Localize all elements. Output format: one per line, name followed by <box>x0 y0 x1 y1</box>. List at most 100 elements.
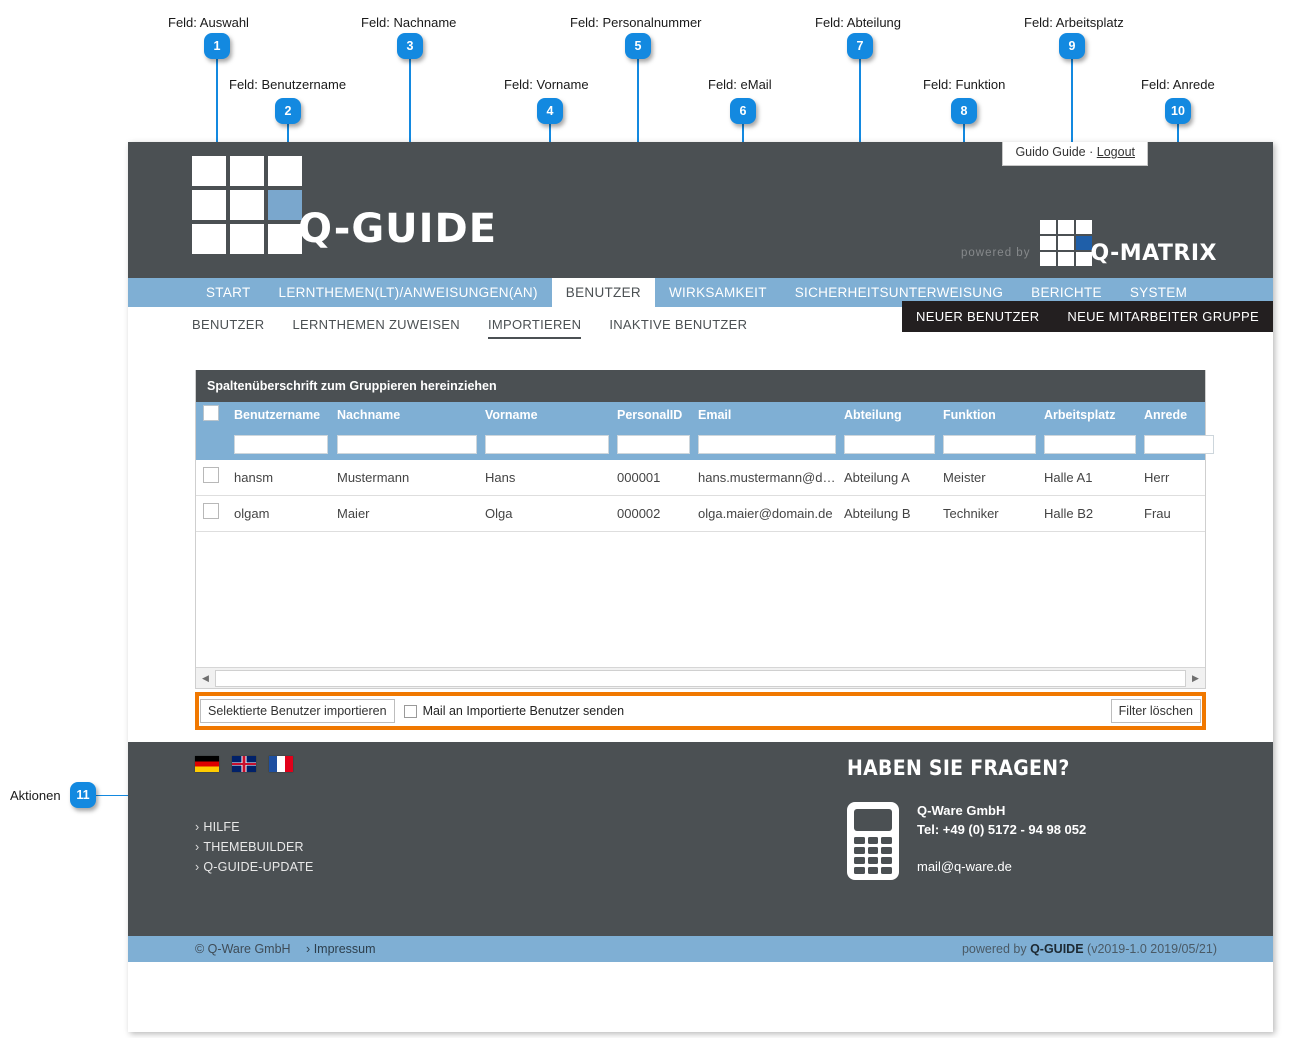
scrollbar-track[interactable] <box>215 669 1186 687</box>
cell-funktion: Techniker <box>943 506 999 521</box>
contact-email[interactable]: mail@q-ware.de <box>917 858 1086 877</box>
cell-personalid: 000001 <box>617 470 661 485</box>
chevron-right-icon: › <box>195 860 200 874</box>
filter-input-nachname[interactable] <box>337 434 477 454</box>
nav-item-benutzer[interactable]: BENUTZER <box>551 278 655 307</box>
version-info: powered by Q-GUIDE (v2019-1.0 2019/05/21… <box>962 942 1217 956</box>
filter-input-anrede[interactable] <box>1144 434 1214 454</box>
row-select-cell[interactable] <box>203 467 234 488</box>
user-name: Guido Guide <box>1015 145 1086 159</box>
callout-label-7: Feld: Abteilung <box>815 15 902 30</box>
callout-label-5: Feld: Personalnummer <box>570 15 702 30</box>
import-selected-users-button[interactable]: Selektierte Benutzer importieren <box>200 699 395 723</box>
horizontal-scrollbar[interactable]: ◀ ▶ <box>196 667 1205 688</box>
column-header-arbeitsplatz[interactable]: Arbeitsplatz <box>1044 408 1144 422</box>
clear-filter-button[interactable]: Filter löschen <box>1110 699 1201 723</box>
logo-wordmark: Q-GUIDE <box>298 206 498 252</box>
callout-badge-6: 6 <box>730 98 756 124</box>
contact-row: Q-Ware GmbH Tel: +49 (0) 5172 - 94 98 05… <box>847 802 1177 880</box>
callout-badge-3: 3 <box>397 33 423 59</box>
new-user-button[interactable]: NEUER BENUTZER <box>902 301 1053 332</box>
table-row[interactable]: olgam Maier Olga 000002 olga.maier@domai… <box>196 496 1205 532</box>
copyright-text: © Q-Ware GmbH <box>195 942 291 956</box>
footer-link-qguide-update[interactable]: › Q-GUIDE-UPDATE <box>195 860 314 874</box>
flag-fr-icon[interactable] <box>269 756 293 772</box>
powered-by-brand: Q-GUIDE <box>1030 942 1084 956</box>
footer-contact: HABEN SIE FRAGEN? Q-Ware GmbH Tel: +49 (… <box>847 756 1177 880</box>
column-header-vorname[interactable]: Vorname <box>485 408 617 422</box>
column-header-personalid[interactable]: PersonalID <box>617 408 698 422</box>
footer-bottom-bar: © Q-Ware GmbH › Impressum powered by Q-G… <box>128 936 1273 962</box>
filter-input-vorname[interactable] <box>485 434 609 454</box>
triangle-right-icon[interactable]: ▶ <box>1188 670 1203 686</box>
callout-label-8: Feld: Funktion <box>923 77 1006 92</box>
cell-anrede: Frau <box>1144 506 1171 521</box>
subnav-item-importieren[interactable]: IMPORTIEREN <box>474 307 595 341</box>
callout-label-10: Feld: Anrede <box>1141 77 1215 92</box>
subnav-item-benutzer[interactable]: BENUTZER <box>192 307 278 341</box>
nav-item-lernthemen[interactable]: LERNTHEMEN(LT)/ANWEISUNGEN(AN) <box>265 278 552 307</box>
table-row[interactable]: hansm Mustermann Hans 000001 hans.muster… <box>196 460 1205 496</box>
cell-nachname: Mustermann <box>337 470 410 485</box>
column-header-abteilung[interactable]: Abteilung <box>844 408 943 422</box>
row-checkbox[interactable] <box>203 503 219 519</box>
filter-input-email[interactable] <box>698 434 836 454</box>
send-mail-checkbox[interactable] <box>403 704 417 718</box>
select-all-column[interactable] <box>203 404 234 426</box>
footer-link-qguide-update-label: Q-GUIDE-UPDATE <box>203 860 314 874</box>
subnav-item-lernthemen-zuweisen[interactable]: LERNTHEMEN ZUWEISEN <box>278 307 474 341</box>
new-employee-group-button[interactable]: NEUE MITARBEITER GRUPPE <box>1053 301 1273 332</box>
filter-input-abteilung[interactable] <box>844 434 935 454</box>
filter-input-personalid[interactable] <box>617 434 690 454</box>
flag-de-icon[interactable] <box>195 756 219 772</box>
cell-arbeitsplatz: Halle B2 <box>1044 506 1094 521</box>
filter-cell-benutzername <box>234 434 337 454</box>
filter-input-benutzername[interactable] <box>234 434 328 454</box>
filter-cell-personalid <box>617 434 698 454</box>
nav-item-start[interactable]: START <box>192 278 265 307</box>
column-header-funktion[interactable]: Funktion <box>943 408 1044 422</box>
callout-label-11: Aktionen <box>10 788 61 803</box>
filter-cell-arbeitsplatz <box>1044 434 1144 454</box>
row-select-cell[interactable] <box>203 503 234 524</box>
nav-item-wirksamkeit[interactable]: WIRKSAMKEIT <box>655 278 781 307</box>
chevron-right-icon: › <box>195 820 200 834</box>
footer-link-hilfe-label: HILFE <box>203 820 240 834</box>
cell-arbeitsplatz: Halle A1 <box>1044 470 1093 485</box>
grid-header-row: Benutzername Nachname Vorname PersonalID… <box>196 402 1205 428</box>
grid-group-hint[interactable]: Spaltenüberschrift zum Gruppieren herein… <box>196 370 1205 402</box>
imprint-link[interactable]: › Impressum <box>306 942 375 956</box>
column-header-nachname[interactable]: Nachname <box>337 408 485 422</box>
callout-label-3: Feld: Nachname <box>361 15 457 30</box>
phone-screen <box>854 809 892 831</box>
language-switcher <box>195 756 293 772</box>
logout-link[interactable]: Logout <box>1097 145 1135 159</box>
flag-uk-icon[interactable] <box>232 756 256 772</box>
callout-badge-11: 11 <box>70 782 96 808</box>
phone-icon <box>847 802 899 880</box>
qmatrix-wordmark: Q-MATRIX <box>1090 241 1217 266</box>
contact-phone: Tel: +49 (0) 5172 - 94 98 052 <box>917 821 1087 837</box>
triangle-left-icon[interactable]: ◀ <box>198 670 213 686</box>
footer-link-themebuilder[interactable]: › THEMEBUILDER <box>195 840 314 854</box>
cell-abteilung: Abteilung B <box>844 506 911 521</box>
filter-input-funktion[interactable] <box>943 434 1036 454</box>
send-mail-checkbox-group[interactable]: Mail an Importierte Benutzer senden <box>403 704 624 718</box>
app-footer: › HILFE › THEMEBUILDER › Q-GUIDE-UPDATE HAB… <box>128 742 1273 936</box>
column-header-email[interactable]: Email <box>698 408 844 422</box>
filter-input-arbeitsplatz[interactable] <box>1044 434 1136 454</box>
callout-label-2: Feld: Benutzername <box>229 77 347 92</box>
row-checkbox[interactable] <box>203 467 219 483</box>
subnav-item-inaktive-benutzer[interactable]: INAKTIVE BENUTZER <box>595 307 761 341</box>
callout-badge-2: 2 <box>275 98 301 124</box>
footer-links: › HILFE › THEMEBUILDER › Q-GUIDE-UPDATE <box>195 820 314 880</box>
column-header-benutzername[interactable]: Benutzername <box>234 408 337 422</box>
column-header-anrede[interactable]: Anrede <box>1144 408 1214 422</box>
callout-label-4: Feld: Vorname <box>504 77 589 92</box>
cell-vorname: Olga <box>485 506 513 521</box>
footer-link-hilfe[interactable]: › HILFE <box>195 820 314 834</box>
callout-badge-10: 10 <box>1165 98 1191 124</box>
copyright-group: © Q-Ware GmbH › Impressum <box>195 942 376 956</box>
partner-logo: powered by Q-MATRIX <box>961 220 1217 266</box>
select-all-checkbox[interactable] <box>203 404 219 421</box>
